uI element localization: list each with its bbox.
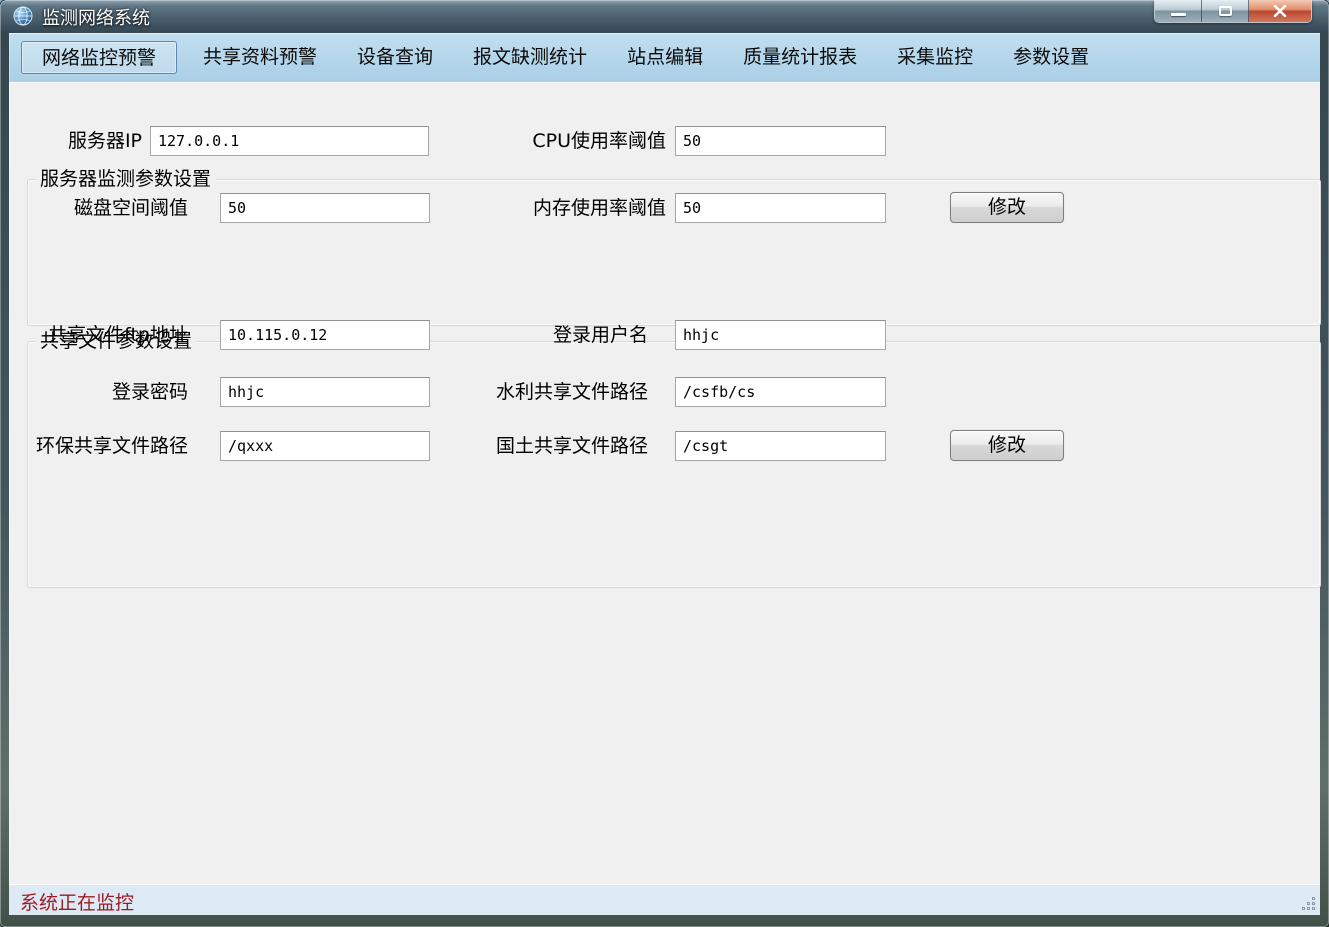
water-share-path-input[interactable] xyxy=(675,377,886,407)
tab-device-query[interactable]: 设备查询 xyxy=(343,41,447,74)
server-params-group-title: 服务器监测参数设置 xyxy=(35,168,216,190)
tab-collection-monitor[interactable]: 采集监控 xyxy=(883,41,987,74)
land-share-path-label: 国土共享文件路径 xyxy=(420,431,648,462)
close-icon xyxy=(1273,5,1287,17)
tab-parameter-settings[interactable]: 参数设置 xyxy=(999,41,1103,74)
memory-threshold-input[interactable] xyxy=(675,193,886,223)
server-ip-label: 服务器IP xyxy=(20,126,142,157)
tab-message-missing-stats[interactable]: 报文缺测统计 xyxy=(459,41,601,74)
tab-site-edit[interactable]: 站点编辑 xyxy=(613,41,717,74)
tab-network-monitor-warning[interactable]: 网络监控预警 xyxy=(21,41,177,74)
cpu-threshold-input[interactable] xyxy=(675,126,886,156)
cpu-threshold-label: CPU使用率阈值 xyxy=(420,126,666,157)
env-share-path-input[interactable] xyxy=(220,431,430,461)
maximize-icon xyxy=(1219,6,1232,16)
window-title: 监测网络系统 xyxy=(42,4,150,30)
minimize-icon xyxy=(1171,13,1186,16)
env-share-path-label: 环保共享文件路径 xyxy=(20,431,188,462)
tab-shared-data-warning[interactable]: 共享资料预警 xyxy=(189,41,331,74)
globe-icon xyxy=(13,6,33,26)
login-user-label: 登录用户名 xyxy=(420,320,648,351)
minimize-button[interactable] xyxy=(1155,0,1202,22)
land-share-path-input[interactable] xyxy=(675,431,886,461)
ftp-address-label: 共享文件ftp地址 xyxy=(20,320,188,351)
share-modify-button[interactable]: 修改 xyxy=(950,430,1064,461)
tab-quality-report[interactable]: 质量统计报表 xyxy=(729,41,871,74)
maximize-button[interactable] xyxy=(1202,0,1249,22)
tab-bar: 网络监控预警 共享资料预警 设备查询 报文缺测统计 站点编辑 质量统计报表 采集… xyxy=(9,33,1320,82)
login-password-label: 登录密码 xyxy=(20,377,188,408)
status-bar: 系统正在监控 xyxy=(9,884,1320,915)
server-ip-input[interactable] xyxy=(150,126,429,156)
ftp-address-input[interactable] xyxy=(220,320,430,350)
disk-threshold-label: 磁盘空间阈值 xyxy=(20,193,188,224)
window-controls xyxy=(1154,0,1312,23)
resize-grip-icon[interactable] xyxy=(1300,895,1316,911)
login-password-input[interactable] xyxy=(220,377,430,407)
disk-threshold-input[interactable] xyxy=(220,193,430,223)
server-modify-button[interactable]: 修改 xyxy=(950,192,1064,223)
app-window: 监测网络系统 网络监控预警 共享资料预警 设备查询 报文缺测统计 站点编辑 质量… xyxy=(0,0,1329,927)
water-share-path-label: 水利共享文件路径 xyxy=(420,377,648,408)
titlebar: 监测网络系统 xyxy=(0,0,1329,32)
close-button[interactable] xyxy=(1249,0,1311,22)
memory-threshold-label: 内存使用率阈值 xyxy=(420,193,666,224)
login-user-input[interactable] xyxy=(675,320,886,350)
status-message: 系统正在监控 xyxy=(20,888,134,915)
